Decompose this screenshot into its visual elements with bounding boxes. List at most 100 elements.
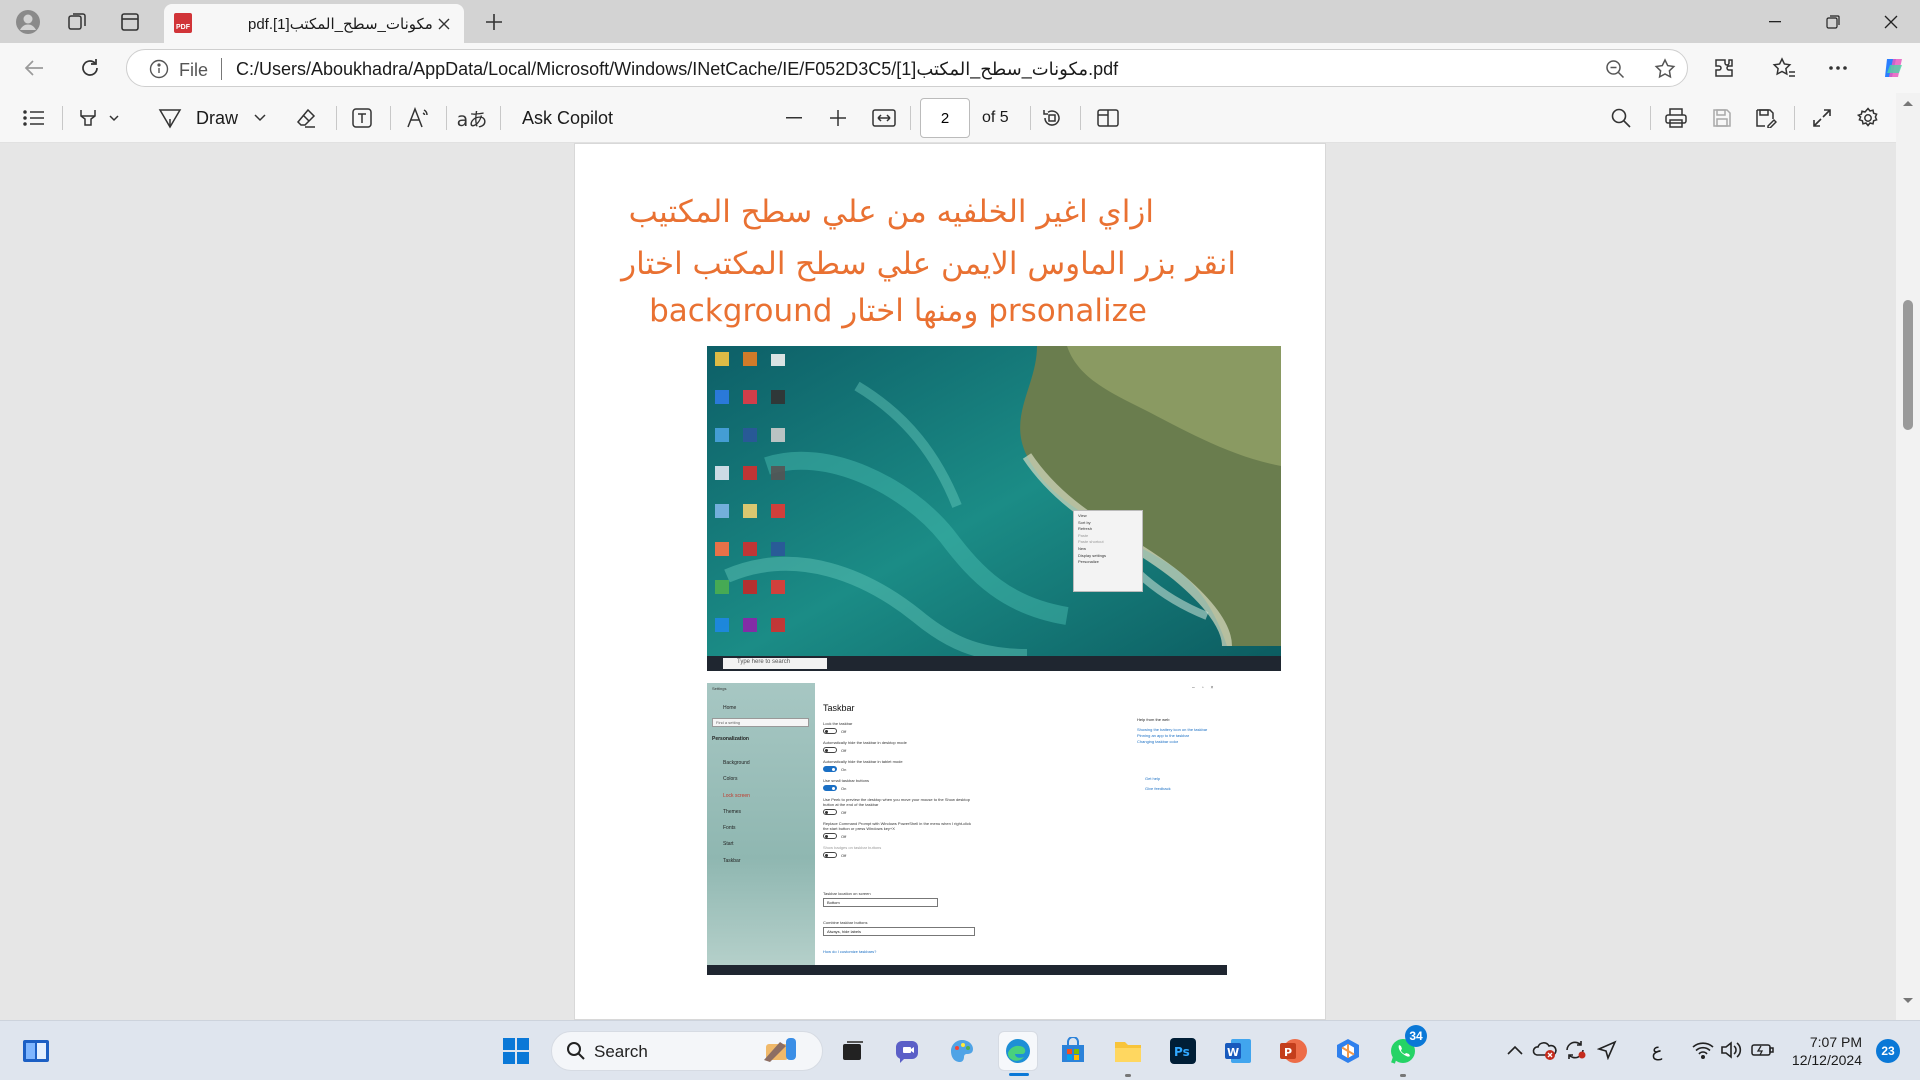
eraser-icon[interactable] <box>290 102 322 134</box>
scrollbar-thumb[interactable] <box>1903 300 1913 430</box>
more-options-icon[interactable] <box>1818 49 1858 87</box>
minimize-button[interactable] <box>1746 0 1804 43</box>
input-language[interactable]: ع <box>1644 1037 1670 1063</box>
back-icon[interactable] <box>14 49 54 87</box>
profile-icon[interactable] <box>6 6 50 38</box>
wifi-icon[interactable] <box>1690 1037 1716 1063</box>
taskbar-search-box[interactable]: Search <box>551 1031 823 1071</box>
vertical-tabs-icon[interactable] <box>108 6 152 38</box>
heading-line-3: prsonalize ومنها اختار background <box>649 293 1147 329</box>
scroll-down-icon <box>1903 998 1913 1003</box>
translate-icon[interactable]: aあ <box>456 102 488 134</box>
volume-icon[interactable] <box>1718 1037 1744 1063</box>
sync-icon[interactable] <box>1562 1037 1588 1063</box>
save-as-icon[interactable] <box>1750 102 1782 134</box>
scroll-up-icon <box>1903 101 1913 106</box>
workspaces-icon[interactable] <box>55 6 99 38</box>
vertical-scrollbar[interactable] <box>1896 93 1920 1020</box>
onedrive-error-icon[interactable] <box>1532 1037 1558 1063</box>
task-view-icon[interactable] <box>833 1031 873 1071</box>
clock-time: 7:07 PM <box>1809 1034 1862 1050</box>
page-number-input[interactable] <box>920 98 970 138</box>
find-search-icon[interactable] <box>1605 102 1637 134</box>
vpn-app-icon[interactable] <box>1328 1031 1368 1071</box>
add-text-icon[interactable] <box>346 102 378 134</box>
setting-label: Automatically hide the taskbar in tablet… <box>823 759 903 764</box>
edge-browser-icon[interactable] <box>998 1031 1038 1076</box>
favorites-icon[interactable] <box>1764 49 1804 87</box>
toggle-state: Off <box>841 748 847 753</box>
print-icon[interactable] <box>1660 102 1692 134</box>
settings-sidebar: Settings Home Find a setting Personaliza… <box>707 683 815 975</box>
active-tab[interactable]: PDF pdf.[1]مكونات_سطح_المكتب <box>164 4 464 43</box>
setting-label: Use Peek to preview the desktop when you… <box>823 797 970 807</box>
teams-meet-icon[interactable] <box>888 1031 928 1071</box>
svg-text:Ps: Ps <box>1174 1045 1190 1059</box>
zoom-out-icon[interactable] <box>1595 50 1635 88</box>
window-controls-glyphs: –▫× <box>1192 685 1221 691</box>
toggle-switch <box>823 809 837 815</box>
url-text[interactable]: C:/Users/Aboukhadra/AppData/Local/Micros… <box>236 59 1118 80</box>
chevron-down-icon[interactable] <box>250 102 270 134</box>
highlight-icon[interactable] <box>72 102 124 134</box>
setting-row: Automatically hide the taskbar in tablet… <box>823 759 973 772</box>
clock-date: 12/12/2024 <box>1791 1052 1862 1068</box>
zoom-in-icon[interactable] <box>822 102 854 134</box>
read-aloud-icon[interactable] <box>402 102 434 134</box>
start-windows-icon[interactable] <box>496 1031 536 1071</box>
page-total: of 5 <box>982 109 1009 126</box>
pdf-viewport[interactable]: ازاي اغير الخلفيه من علي سطح المكتيب انق… <box>0 143 1920 1020</box>
info-icon[interactable] <box>149 59 169 84</box>
system-clock[interactable]: 7:07 PM 12/12/2024 <box>1790 1033 1862 1069</box>
divider <box>221 58 222 80</box>
draw-icon[interactable] <box>155 102 185 134</box>
copilot-icon[interactable] <box>1874 49 1914 87</box>
page-view-icon[interactable] <box>1092 102 1124 134</box>
fullscreen-icon[interactable] <box>1806 102 1838 134</box>
heading-line-2: انقر بزر الماوس الايمن علي سطح المكتب اخ… <box>621 246 1236 282</box>
ask-copilot-button[interactable]: Ask Copilot <box>522 108 613 129</box>
widgets-icon[interactable] <box>16 1031 56 1071</box>
file-explorer-icon[interactable] <box>1108 1031 1148 1077</box>
zoom-out-icon[interactable] <box>778 102 810 134</box>
battery-charging-icon[interactable] <box>1750 1037 1776 1063</box>
refresh-icon[interactable] <box>70 49 110 87</box>
context-menu-item: New <box>1078 545 1087 551</box>
toggle-switch <box>823 747 837 753</box>
chevron-up-icon[interactable] <box>1502 1037 1528 1063</box>
location-arrow-icon[interactable] <box>1594 1037 1620 1063</box>
svg-text:W: W <box>1227 1046 1239 1059</box>
toggle-knob <box>825 835 828 838</box>
extensions-icon[interactable] <box>1704 49 1744 87</box>
photoshop-icon[interactable]: Ps <box>1163 1031 1203 1071</box>
restore-button[interactable] <box>1804 0 1862 43</box>
close-window-button[interactable] <box>1862 0 1920 43</box>
search-icon <box>567 1042 585 1060</box>
store-icon[interactable] <box>1053 1031 1093 1071</box>
web-help-link: Changing taskbar color <box>1137 739 1179 744</box>
settings-gear-icon[interactable] <box>1852 102 1884 134</box>
notification-center-badge[interactable]: 23 <box>1876 1039 1900 1063</box>
save-icon[interactable] <box>1706 102 1738 134</box>
new-tab-button[interactable] <box>476 6 512 38</box>
favorite-star-icon[interactable] <box>1645 50 1685 88</box>
address-bar[interactable]: File C:/Users/Aboukhadra/AppData/Local/M… <box>126 49 1688 87</box>
divider <box>1030 106 1031 130</box>
toggle-knob <box>825 730 828 733</box>
powerpoint-icon[interactable]: P <box>1273 1031 1313 1071</box>
settings-nav-item: Fonts <box>723 825 736 832</box>
toggle-state: Off <box>841 729 847 734</box>
paint-app-icon[interactable] <box>942 1031 982 1071</box>
whatsapp-icon[interactable]: 34 <box>1383 1025 1427 1077</box>
table-of-contents-icon[interactable] <box>18 102 50 134</box>
settings-nav-item: Colors <box>723 776 738 783</box>
fit-to-page-icon[interactable] <box>868 102 900 134</box>
word-icon[interactable]: W <box>1218 1031 1258 1071</box>
close-tab-icon[interactable] <box>432 12 456 36</box>
rotate-icon[interactable] <box>1036 102 1068 134</box>
draw-label[interactable]: Draw <box>196 108 238 129</box>
divider <box>390 106 391 130</box>
svg-text:P: P <box>1284 1046 1292 1059</box>
pdf-toolbar: Draw aあ Ask Copilot of 5 <box>0 93 1920 143</box>
context-menu-item: Personalize <box>1078 559 1099 565</box>
